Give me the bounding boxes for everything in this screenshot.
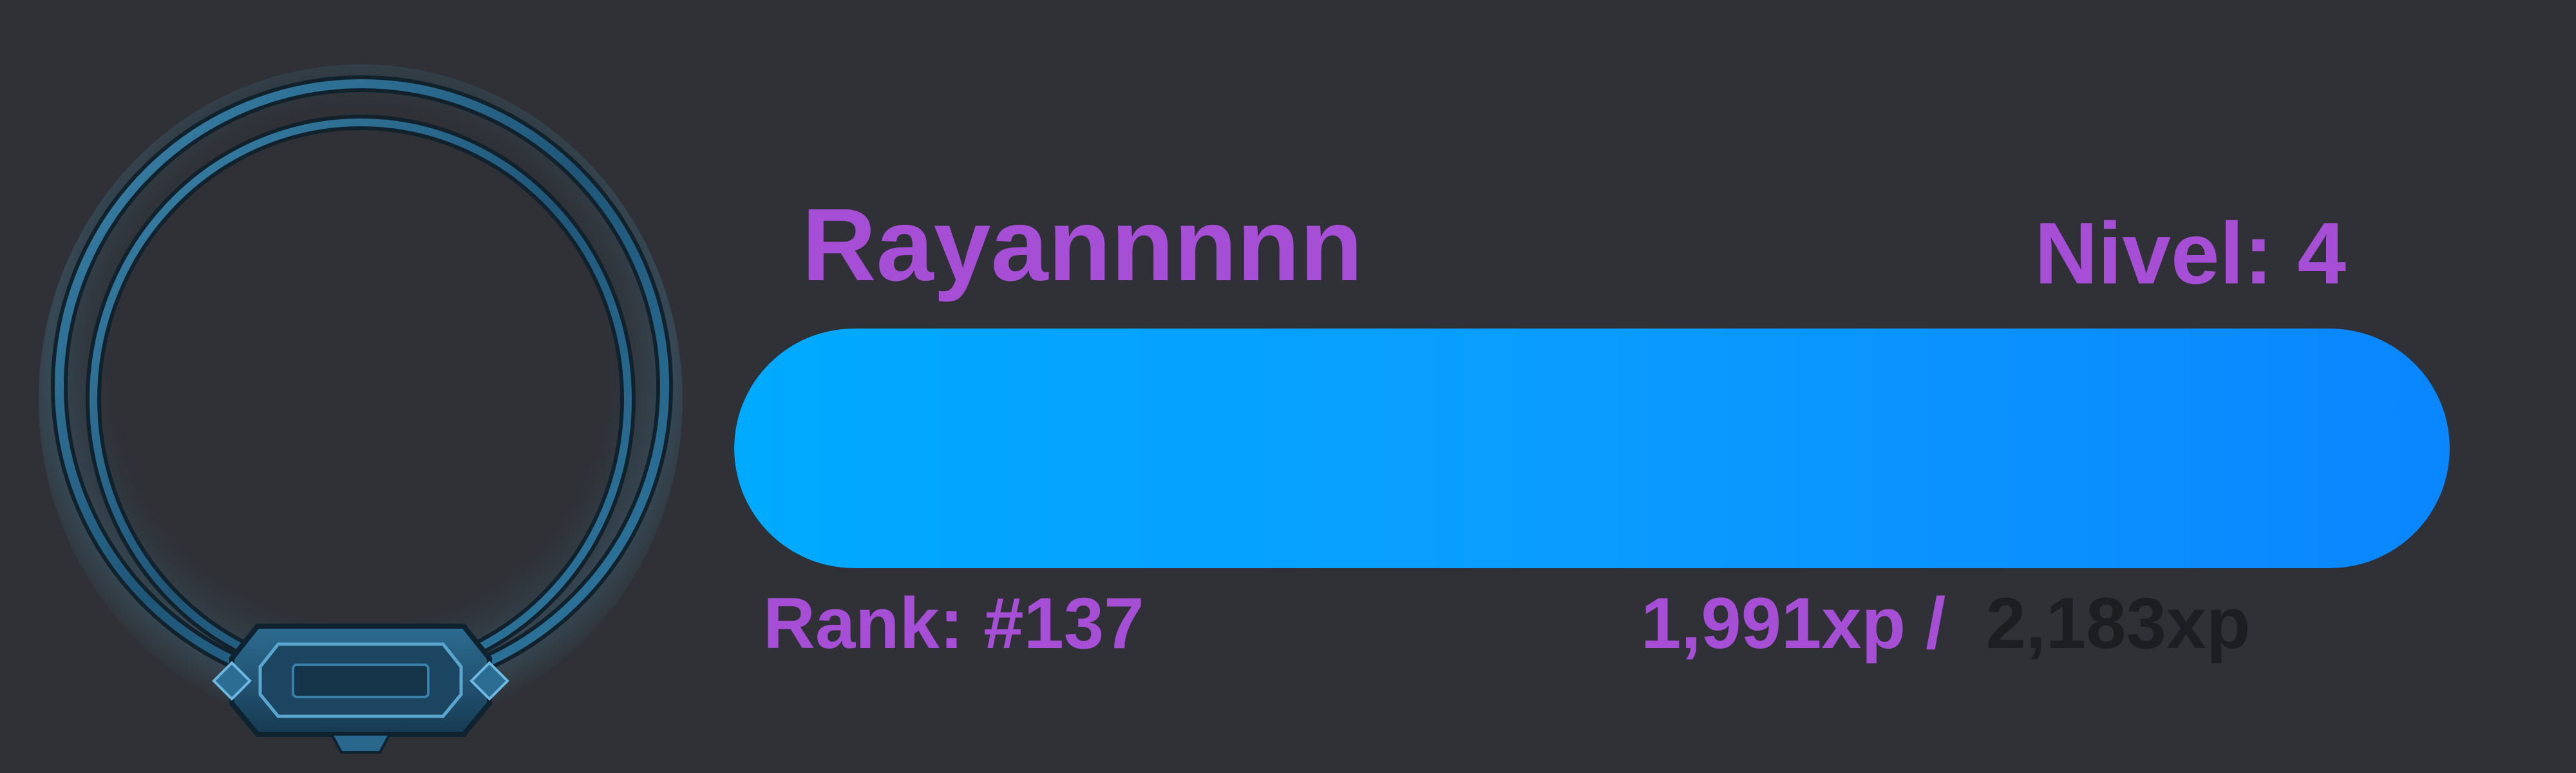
rank-label: Rank: #137 — [763, 583, 1144, 663]
username: Rayannnnn — [802, 187, 1363, 302]
xp-progress-bar — [734, 329, 2450, 568]
xp-readout: 1,991xp / 2,183xp — [1641, 587, 2250, 660]
xp-progress-fill — [734, 329, 2450, 568]
rank-card: Rayannnnn Nivel: 4 Rank: #137 1,991xp / … — [0, 0, 2576, 773]
level-label: Nivel: 4 — [2034, 204, 2346, 302]
avatar-frame-icon — [39, 64, 683, 754]
xp-separator: / — [1926, 583, 1946, 663]
xp-current: 1,991xp — [1641, 583, 1906, 663]
xp-total: 2,183xp — [1985, 583, 2251, 663]
